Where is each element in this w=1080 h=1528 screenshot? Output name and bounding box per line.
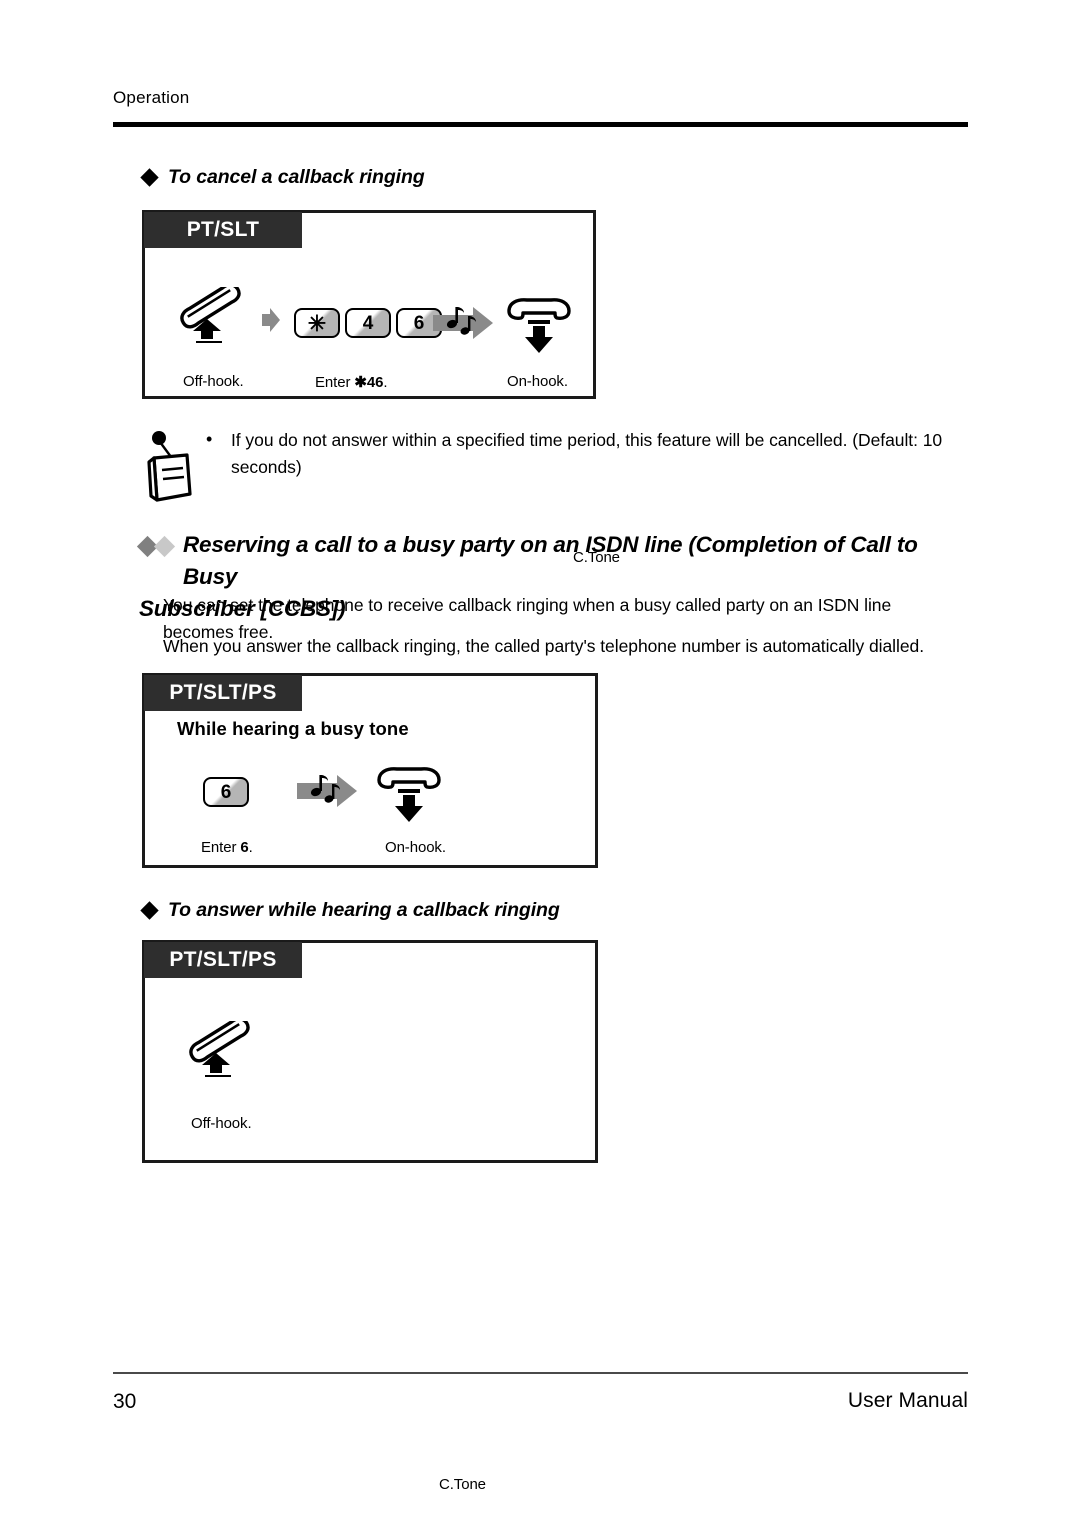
ccbs-paragraph-2: When you answer the callback ringing, th… [163, 636, 925, 656]
enter-code-ccbs: 6 [240, 839, 249, 856]
operation-box-subtitle-busy-tone: While hearing a busy tone [177, 718, 409, 739]
section-heading-cancel-callback: To cancel a callback ringing [140, 166, 425, 189]
enter-code: ✱46 [354, 374, 384, 391]
operation-box-tab-pt-slt: PT/SLT [144, 212, 302, 248]
step-caption-offhook-answer: Off-hook. [191, 1115, 252, 1132]
operation-box-cancel-callback: PT/SLT ✳ 4 6 C.Tone Off-hook. Enter ✱46.… [142, 210, 620, 566]
section-heading-answer-callback: To answer while hearing a callback ringi… [140, 899, 560, 922]
onhook-handset-icon [377, 767, 441, 822]
step-caption-enter-6: Enter 6. [201, 839, 253, 856]
footer-rule [113, 1372, 968, 1374]
step-caption-enter-star46: Enter ✱46. [315, 373, 388, 391]
note-text: If you do not answer within a specified … [231, 430, 943, 477]
operation-box-answer-callback: PT/SLT/PS Off-hook. [142, 940, 598, 1163]
footer-title: User Manual [847, 1389, 968, 1412]
section-heading-cancel-callback-label: To cancel a callback ringing [168, 166, 425, 188]
onhook-handset-icon [507, 298, 571, 353]
offhook-handset-icon [189, 1021, 250, 1077]
note-pen-icon [147, 431, 192, 502]
diamond-bullet-icon [140, 901, 159, 920]
running-header: Operation [113, 88, 190, 107]
operation-box-ccbs: PT/SLT/PS While hearing a busy tone 6 C.… [142, 673, 598, 1493]
header-rule [113, 122, 968, 127]
diamond-light-icon [153, 535, 176, 558]
step-caption-onhook-ccbs: On-hook. [385, 839, 446, 856]
confirmation-tone-icon [433, 307, 493, 339]
keypad-key-star[interactable]: ✳ [294, 308, 340, 338]
keypad-key-star-label: ✳ [307, 311, 327, 336]
footer-page-number: 30 [113, 1390, 137, 1413]
keypad-key-4[interactable]: 4 [345, 308, 391, 338]
tone-label-ctone-ccbs: C.Tone [439, 1476, 486, 1493]
enter-suffix: . [383, 374, 388, 391]
section-heading-answer-callback-label: To answer while hearing a callback ringi… [168, 899, 560, 921]
gray-arrow-icon [262, 308, 280, 332]
section-heading-ccbs-line1: Reserving a call to a busy party on an I… [183, 532, 918, 589]
enter-prefix: Enter [315, 374, 355, 391]
step-caption-onhook: On-hook. [507, 373, 568, 390]
double-diamond-bullet-icon [136, 535, 185, 558]
confirmation-tone-icon [297, 775, 357, 807]
offhook-handset-icon [180, 287, 241, 343]
step-caption-offhook: Off-hook. [183, 373, 244, 390]
keypad-key-6-ccbs[interactable]: 6 [203, 777, 249, 807]
note-bullet-icon: • [206, 429, 213, 449]
enter-suffix-ccbs: . [248, 839, 253, 856]
enter-prefix-ccbs: Enter [201, 839, 241, 856]
operation-box-tab-pt-slt-ps-answer: PT/SLT/PS [144, 942, 302, 978]
diamond-bullet-icon [140, 168, 159, 187]
operation-box-tab-pt-slt-ps: PT/SLT/PS [144, 675, 302, 711]
